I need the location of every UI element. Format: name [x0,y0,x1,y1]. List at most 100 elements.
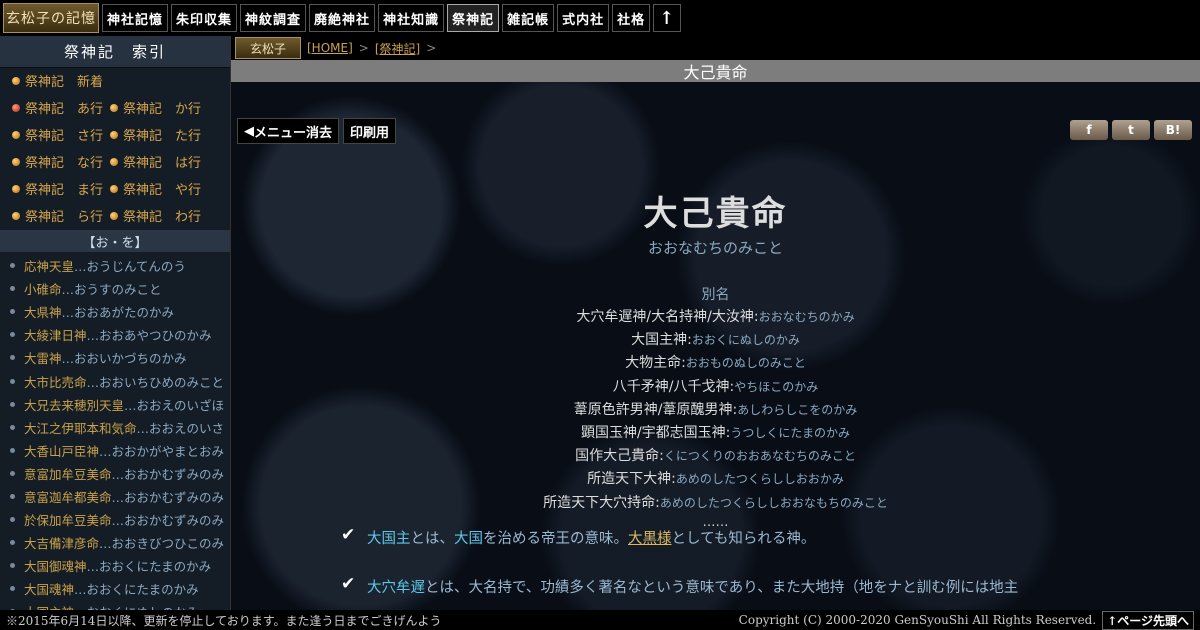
list-item[interactable]: 大兄去来穂別天皇 …おおえのいざほ [0,393,230,416]
deity-list-reading: …おおいちひめのみこと [86,374,225,390]
bullet-icon [10,309,15,315]
note-item: ✔ 大穴牟遅とは、大名持で、功績多く著名なという意味であり、また大地持（地をナと… [341,574,1019,596]
nav-item-shrine-knowledge[interactable]: 神社知識 [378,4,445,32]
bullet-icon [10,378,15,384]
check-icon: ✔ [341,574,356,594]
bullet-icon [110,130,118,139]
alias-reading: やちほこのかみ [734,379,819,394]
bullet-icon [10,493,15,499]
footer: ※2015年6月14日以降、更新を停止しております。また逢う日までごきげんよう … [0,610,1200,630]
check-icon: ✔ [341,525,356,545]
deity-list-reading: …おおあがたのかみ [61,305,175,321]
bullet-icon [10,470,15,476]
bullet-icon [10,263,15,269]
breadcrumb-saijinki-link[interactable]: [祭神記] [375,40,420,57]
list-item[interactable]: 意富加牟豆美命 …おおかむずみのみ [0,462,230,485]
list-item[interactable]: 大江之伊耶本和気命 …おおえのいさ [0,416,230,439]
alias-item: 八千矛神/八千戈神:やちほこのかみ [231,376,1200,399]
deity-list-reading: …おうすのみこと [61,282,162,298]
triangle-left-icon: ◀ [244,123,254,139]
deity-list-reading: …おうじんてんのう [74,259,186,275]
deity-list-name: 大吉備津彦命 [24,536,100,552]
alias-name: 大国主神: [631,332,692,349]
daikoku-link[interactable]: 大黒様 [628,531,672,547]
sidebar-subheading: 【お・を】 [0,230,230,252]
bullet-icon [10,355,15,361]
top-navigation: 玄松子の記憶 神社記憶 朱印収集 神紋調査 廃絶神社 神社知識 祭神記 雑記帳 … [0,0,1200,36]
index-link-ya[interactable]: 祭神記 や行 [110,179,220,198]
alias-name: 大穴牟遅神/大名持神/大汝神: [576,309,759,325]
print-button[interactable]: 印刷用 [343,118,397,144]
list-item[interactable]: 於保加牟豆美命 …おおかむずみのみ [0,508,230,531]
alias-name: 国作大己貴命: [575,448,664,465]
index-link-ta[interactable]: 祭神記 た行 [110,125,220,144]
list-item[interactable]: 意富迦牟都美命 …おおかむずみのみ [0,485,230,508]
index-link-wa[interactable]: 祭神記 わ行 [110,206,220,225]
list-item[interactable]: 大雷神 …おおいかづちのかみ [0,346,230,369]
deity-list-reading: …おおくにたまのかみ [86,559,212,575]
index-link-ra[interactable]: 祭神記 ら行 [12,206,110,225]
nav-item-shinmon[interactable]: 神紋調査 [240,4,307,32]
list-item[interactable]: 応神天皇 …おうじんてんのう [0,254,230,277]
alias-reading: あしわらしこをのかみ [737,402,858,417]
bullet-icon [10,447,15,453]
bullet-icon [10,540,15,546]
alias-reading: あめのしたつくらししおおなもちのみこと [659,495,888,510]
hatena-bookmark-icon[interactable]: B! [1154,120,1192,140]
arrow-up-icon[interactable]: ↑ [653,4,682,32]
deity-list-name: 意富加牟豆美命 [24,466,112,482]
index-link-ha[interactable]: 祭神記 は行 [110,152,220,171]
index-link-ma[interactable]: 祭神記 ま行 [12,179,110,198]
nav-item-goshuin[interactable]: 朱印収集 [171,4,238,32]
bullet-icon [12,157,20,166]
list-item[interactable]: 大綾津日神 …おおあやつひのかみ [0,323,230,346]
alias-name: 八千矛神/八千戈神: [612,378,735,395]
index-link-sa[interactable]: 祭神記 さ行 [12,125,110,144]
alias-list: 大穴牟遅神/大名持神/大汝神:おおなむちのかみ 大国主神:おおくにぬしのかみ 大物主… [231,306,1200,515]
list-item[interactable]: 大香山戸臣神 …おおかがやまとおみ [0,439,230,462]
index-link-na[interactable]: 祭神記 な行 [12,152,110,171]
back-to-top-button[interactable]: ↑ページ先頭へ [1102,610,1194,630]
deity-list-reading: …おおかむずみのみ [111,466,225,482]
deity-list-name: 於保加牟豆美命 [24,513,112,529]
nav-item-notebook[interactable]: 雑記帳 [502,4,555,32]
alias-item: 国作大己貴命:くにつくりのおおあなむちのみこと [231,445,1200,468]
list-item[interactable]: 大市比売命 …おおいちひめのみこと [0,369,230,392]
nav-item-shikinaisha[interactable]: 式内社 [557,4,610,32]
bullet-icon [12,103,20,112]
deity-list-reading: …おおあやつひのかみ [86,328,212,344]
nav-item-saijinki[interactable]: 祭神記 [447,4,500,32]
bullet-icon [10,332,15,338]
alias-item: 顕国玉神/宇都志国玉神:うつしくにたまのかみ [231,422,1200,445]
alias-item: 大穴牟遅神/大名持神/大汝神:おおなむちのかみ [231,306,1200,329]
bullet-icon [110,211,118,220]
deity-list-name: 大国御魂神 [24,559,87,575]
alias-item: 大物主命:おおものぬしのみこと [231,352,1200,375]
list-item[interactable]: 大吉備津彦命 …おおきびつひこのみ [0,531,230,554]
nav-item-shrine-memory[interactable]: 神社記憶 [102,4,169,32]
nav-item-shakaku[interactable]: 社格 [612,4,651,32]
index-link-new[interactable]: 祭神記 新着 [12,71,110,90]
breadcrumb-logo[interactable]: 玄松子 [235,37,301,59]
deity-list-reading: …おおえのいざほ [124,397,225,413]
list-item[interactable]: 大国主神…おおくにぬしのかみ [0,600,230,610]
twitter-icon[interactable]: t [1112,120,1150,140]
site-logo[interactable]: 玄松子の記憶 [3,3,99,33]
list-item[interactable]: 小碓命 …おうすのみこと [0,277,230,300]
alias-heading: 別名 [701,287,730,303]
alias-name: 所造天下大神: [587,471,676,488]
index-link-a[interactable]: 祭神記 あ行 [12,98,110,117]
breadcrumb-home-link[interactable]: [HOME] [307,41,353,55]
list-item[interactable]: 大国魂神 …おおくにたまのかみ [0,577,230,600]
deity-list-reading: …おおいかづちのかみ [61,351,187,367]
footer-notice: ※2015年6月14日以降、更新を停止しております。また逢う日までごきげんよう [6,613,442,628]
list-item[interactable]: 大県神 …おおあがたのかみ [0,300,230,323]
deity-list-name: 大国魂神 [24,582,75,598]
hide-menu-button[interactable]: ◀ メニュー消去 [237,118,340,144]
facebook-icon[interactable]: f [1070,120,1108,140]
alias-name: 顕国玉神/宇都志国玉神: [580,424,731,441]
nav-item-abolished-shrines[interactable]: 廃絶神社 [309,4,376,32]
list-item[interactable]: 大国御魂神 …おおくにたまのかみ [0,554,230,577]
index-link-ka[interactable]: 祭神記 か行 [110,98,220,117]
deity-list-name: 大香山戸臣神 [24,443,100,459]
